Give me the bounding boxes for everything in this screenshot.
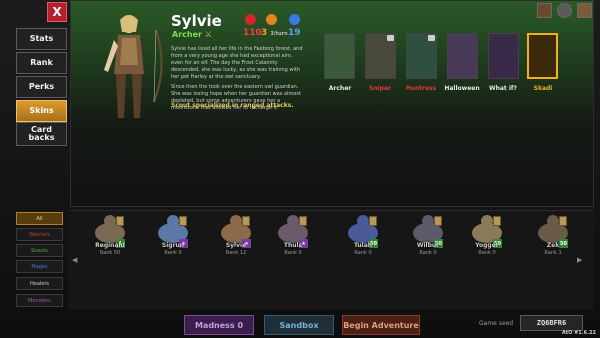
sidebar-item-stats[interactable]: Stats (16, 28, 67, 50)
skin-label-huntress: Huntress (405, 85, 437, 92)
scroll-icon (559, 216, 567, 226)
roster-rank: Rank 0 (419, 250, 437, 256)
roster-card-sylvie[interactable]: ★ Sylvie Rank 12 (206, 213, 266, 261)
roster-prev-arrow[interactable]: ◀ (72, 256, 77, 264)
door-icon[interactable] (577, 3, 592, 18)
scroll-icon (369, 216, 377, 226)
skin-what-if[interactable] (488, 33, 519, 79)
hero-name: Sylvie (171, 12, 222, 30)
roster-card-sigrun[interactable]: ★ Sigrun Rank 0 (143, 213, 203, 261)
class-icon: ⚔ (204, 30, 212, 39)
sidebar-item-rank[interactable]: Rank (16, 52, 67, 74)
roster-rank: Rank 0 (284, 250, 302, 256)
roster-card-yogger[interactable]: 50 Yogger Rank 0 (457, 213, 517, 261)
scroll-icon (242, 216, 250, 226)
game-seed-label: Game seed (479, 320, 514, 327)
lock-icon (428, 35, 435, 41)
roster-rank: Rank 50 (99, 250, 121, 256)
health-value: 110 (243, 28, 262, 38)
roster-name: Zek (546, 242, 560, 249)
sidebar-item-perks[interactable]: Perks (16, 76, 67, 98)
close-button[interactable]: X (47, 2, 67, 22)
roster-rank: Rank 1 (544, 250, 562, 256)
begin-adventure-button[interactable]: Begin Adventure (342, 315, 420, 335)
lock-icon (387, 35, 394, 41)
skin-label-skadi: Skadi (533, 85, 553, 92)
roster-name: Sylvie (225, 242, 247, 249)
roster-name: Wilbur (416, 242, 440, 249)
book-icon[interactable] (537, 3, 552, 18)
sandbox-button[interactable]: Sandbox (264, 315, 334, 335)
skin-sniper[interactable] (365, 33, 396, 79)
filter-scouts[interactable]: Scouts (16, 244, 63, 257)
roster-name: Sigrun (161, 242, 185, 249)
skin-label-what-if: What if? (488, 85, 518, 92)
hero-portrait (104, 15, 163, 118)
speed-icon (266, 14, 277, 25)
skin-label-halloween: Halloween (444, 85, 480, 92)
scroll-icon (116, 216, 124, 226)
roster-card-tulah[interactable]: 50 Tulah Rank 0 (333, 213, 393, 261)
filter-mages[interactable]: Mages (16, 260, 63, 273)
skin-label-sniper: Sniper (369, 85, 391, 92)
roster-card-reginald[interactable]: 1 Reginald Rank 50 (80, 213, 140, 261)
roster-card-wilbur[interactable]: 50 Wilbur Rank 0 (398, 213, 458, 261)
filter-all[interactable]: All (16, 212, 63, 225)
roster-name: Reginald (95, 242, 125, 249)
roster-name: Yogger (475, 242, 499, 249)
filter-warriors[interactable]: Warriors (16, 228, 63, 241)
madness-button[interactable]: Madness 0 (184, 315, 254, 335)
description-para-1: Sylvie has lived all her life in the Fae… (171, 46, 303, 80)
game-seed-input[interactable]: ZQ6BFR6 (520, 315, 583, 331)
health-icon (245, 14, 256, 25)
scroll-icon (493, 216, 501, 226)
sidebar-item-card-backs[interactable]: Card backs (16, 122, 67, 146)
roster-rank: Rank 0 (164, 250, 182, 256)
roster-rank: Rank 0 (354, 250, 372, 256)
skin-halloween[interactable] (447, 33, 478, 79)
skin-skadi[interactable] (527, 33, 558, 79)
roster-card-zek[interactable]: 50 Zek Rank 1 (523, 213, 583, 261)
scroll-icon (179, 216, 187, 226)
skin-huntress[interactable] (406, 33, 437, 79)
hero-class: Archer ⚔ (172, 30, 212, 39)
roster-card-thuls[interactable]: ★ Thuls Rank 0 (263, 213, 323, 261)
roster-rank: Rank 0 (478, 250, 496, 256)
version-label: AtO #1.6.22 (561, 330, 596, 336)
sidebar-item-skins[interactable]: Skins (16, 100, 67, 122)
skin-archer[interactable] (324, 33, 355, 79)
speed-value: 3 3/turn (261, 28, 288, 38)
filter-monsters[interactable]: Monsters (16, 294, 63, 307)
roster-name: Tulah (353, 242, 373, 249)
scroll-icon (299, 216, 307, 226)
resist-icon (289, 14, 300, 25)
skin-label-archer: Archer (328, 85, 352, 92)
scroll-icon (434, 216, 442, 226)
roster-name: Thuls (283, 242, 303, 249)
gear-icon[interactable] (557, 3, 572, 18)
hero-class-label: Archer (172, 30, 202, 39)
resist-value: 19 (288, 28, 301, 38)
roster-rank: Rank 12 (225, 250, 247, 256)
filter-healers[interactable]: Healers (16, 277, 63, 290)
hero-subtitle: Scout specialized in ranged attacks. (171, 102, 294, 109)
